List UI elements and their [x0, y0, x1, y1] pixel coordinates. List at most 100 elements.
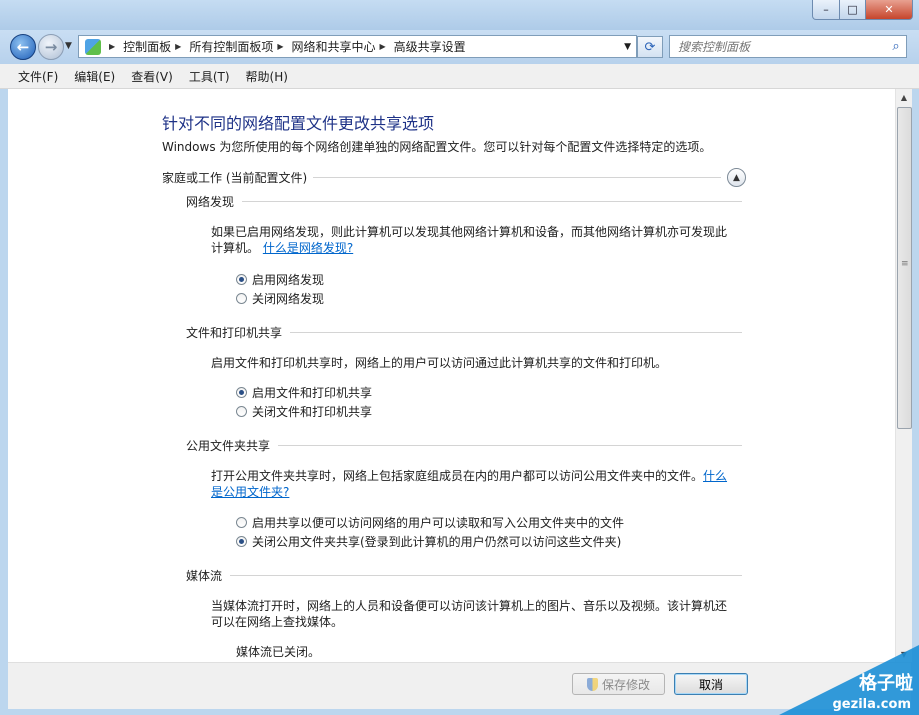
- address-dropdown-icon[interactable]: ▼: [624, 42, 631, 52]
- watermark: 格子啦 gezila.com: [779, 645, 919, 715]
- page-title: 针对不同的网络配置文件更改共享选项: [162, 114, 435, 133]
- radio-label[interactable]: 关闭公用文件夹共享(登录到此计算机的用户仍然可以访问这些文件夹): [252, 533, 621, 550]
- media-desc-line1: 当媒体流打开时，网络上的人员和设备便可以访问该计算机上的图片、音乐以及视频。该计…: [211, 599, 728, 613]
- divider: [313, 177, 721, 178]
- forward-button[interactable]: →: [38, 34, 64, 60]
- page-subtitle: Windows 为您所使用的每个网络创建单独的网络配置文件。您可以针对每个配置文…: [162, 140, 712, 154]
- radio-button[interactable]: [236, 536, 247, 547]
- navigation-bar: ← → ▼ ▶ 控制面板 ▶ 所有控制面板项 ▶ 网络和共享中心 ▶ 高级共享设…: [0, 30, 919, 64]
- radio-selected-dot: [239, 539, 244, 544]
- media-desc-line2: 可以在网络上查找媒体。: [211, 615, 344, 629]
- menu-help[interactable]: 帮助(H): [238, 68, 296, 85]
- breadcrumb-all-items[interactable]: 所有控制面板项: [189, 38, 273, 55]
- search-box: ⌕: [669, 35, 907, 58]
- breadcrumb-network-center[interactable]: 网络和共享中心: [292, 38, 376, 55]
- arrow-left-icon: ←: [16, 38, 30, 56]
- arrow-up-icon: ▲: [900, 92, 908, 102]
- save-changes-button[interactable]: 保存修改: [572, 673, 665, 695]
- chevron-down-icon: ▼: [65, 41, 72, 51]
- vertical-scrollbar[interactable]: ▲ ≡ ▼: [895, 89, 912, 662]
- breadcrumb-advanced-sharing[interactable]: 高级共享设置: [394, 38, 466, 55]
- public-title: 公用文件夹共享: [186, 439, 271, 453]
- refresh-button[interactable]: ⟳: [637, 36, 663, 58]
- radio-label[interactable]: 关闭文件和打印机共享: [252, 403, 372, 420]
- radio-label[interactable]: 启用网络发现: [252, 271, 324, 288]
- title-bar: – □ ✕: [0, 0, 919, 30]
- discovery-header: 网络发现: [186, 193, 742, 210]
- breadcrumb-separator-icon[interactable]: ▶: [109, 42, 115, 51]
- public-description: 打开公用文件夹共享时，网络上包括家庭组成员在内的用户都可以访问公用文件夹中的文件…: [211, 468, 741, 500]
- radio-button[interactable]: [236, 517, 247, 528]
- breadcrumb-control-panel[interactable]: 控制面板: [123, 38, 171, 55]
- scroll-up-button[interactable]: ▲: [896, 89, 912, 105]
- public-header: 公用文件夹共享: [186, 437, 742, 454]
- search-input[interactable]: [670, 38, 886, 55]
- radio-enable-fileprint[interactable]: 启用文件和打印机共享: [236, 384, 372, 401]
- maximize-button[interactable]: □: [840, 0, 866, 20]
- radio-disable-discovery[interactable]: 关闭网络发现: [236, 290, 324, 307]
- menu-tools[interactable]: 工具(T): [181, 68, 238, 85]
- breadcrumb-separator-icon[interactable]: ▶: [277, 42, 283, 51]
- radio-selected-dot: [239, 390, 244, 395]
- watermark-text: 格子啦: [859, 673, 913, 694]
- discovery-desc-line1: 如果已启用网络发现，则此计算机可以发现其他网络计算机和设备，而其他网络计算机亦可…: [211, 225, 728, 239]
- recent-pages-dropdown[interactable]: ▼: [65, 41, 72, 51]
- discovery-title: 网络发现: [186, 195, 235, 209]
- search-icon[interactable]: ⌕: [886, 39, 906, 54]
- menu-edit[interactable]: 编辑(E): [66, 68, 123, 85]
- profile-header: 家庭或工作 (当前配置文件) ▲: [162, 168, 746, 187]
- divider: [278, 445, 742, 446]
- public-desc-line1: 打开公用文件夹共享时，网络上包括家庭组成员在内的用户都可以访问公用文件夹中的文件…: [211, 469, 704, 483]
- discovery-description: 如果已启用网络发现，则此计算机可以发现其他网络计算机和设备，而其他网络计算机亦可…: [211, 224, 741, 256]
- media-header: 媒体流: [186, 567, 742, 584]
- divider: [290, 332, 742, 333]
- radio-disable-fileprint[interactable]: 关闭文件和打印机共享: [236, 403, 372, 420]
- radio-enable-discovery[interactable]: 启用网络发现: [236, 271, 324, 288]
- fileprint-header: 文件和打印机共享: [186, 324, 742, 341]
- control-panel-icon: [85, 38, 101, 55]
- radio-button[interactable]: [236, 387, 247, 398]
- save-button-label: 保存修改: [601, 677, 650, 692]
- menu-file[interactable]: 文件(F): [0, 68, 66, 85]
- radio-label[interactable]: 关闭网络发现: [252, 290, 324, 307]
- public-desc-line1-wrap: 打开公用文件夹共享时，网络上包括家庭组成员在内的用户都可以访问公用文件夹中的文件…: [211, 468, 741, 484]
- address-bar[interactable]: ▶ 控制面板 ▶ 所有控制面板项 ▶ 网络和共享中心 ▶ 高级共享设置 ▼: [78, 35, 637, 58]
- window-controls: – □ ✕: [812, 0, 913, 20]
- discovery-desc-line2-wrap: 计算机。 什么是网络发现?: [211, 240, 741, 256]
- radio-label[interactable]: 启用共享以便可以访问网络的用户可以读取和写入公用文件夹中的文件: [252, 514, 624, 531]
- radio-disable-public[interactable]: 关闭公用文件夹共享(登录到此计算机的用户仍然可以访问这些文件夹): [236, 533, 621, 550]
- breadcrumb-separator-icon[interactable]: ▶: [380, 42, 386, 51]
- media-title: 媒体流: [186, 569, 223, 583]
- scroll-thumb[interactable]: ≡: [897, 107, 912, 429]
- public-help-link-part2[interactable]: 是公用文件夹?: [211, 485, 289, 499]
- public-help-link-part1[interactable]: 什么: [703, 469, 727, 483]
- refresh-icon: ⟳: [644, 39, 656, 55]
- chevron-up-icon: ▲: [733, 172, 740, 183]
- discovery-help-link[interactable]: 什么是网络发现?: [263, 241, 353, 255]
- radio-button[interactable]: [236, 406, 247, 417]
- radio-button[interactable]: [236, 274, 247, 285]
- radio-label[interactable]: 启用文件和打印机共享: [252, 384, 372, 401]
- radio-button[interactable]: [236, 293, 247, 304]
- fileprint-description: 启用文件和打印机共享时，网络上的用户可以访问通过此计算机共享的文件和打印机。: [211, 356, 668, 370]
- footer-bar: 保存修改 取消: [8, 662, 911, 709]
- divider: [230, 575, 742, 576]
- close-button[interactable]: ✕: [866, 0, 913, 20]
- media-description: 当媒体流打开时，网络上的人员和设备便可以访问该计算机上的图片、音乐以及视频。该计…: [211, 598, 741, 630]
- radio-enable-public[interactable]: 启用共享以便可以访问网络的用户可以读取和写入公用文件夹中的文件: [236, 514, 624, 531]
- cancel-button[interactable]: 取消: [674, 673, 748, 695]
- menu-bar: 文件(F) 编辑(E) 查看(V) 工具(T) 帮助(H): [0, 64, 919, 89]
- watermark-url: gezila.com: [832, 697, 912, 712]
- menu-view[interactable]: 查看(V): [123, 68, 181, 85]
- breadcrumb-separator-icon[interactable]: ▶: [175, 42, 181, 51]
- media-status: 媒体流已关闭。: [236, 645, 321, 659]
- collapse-button[interactable]: ▲: [727, 168, 746, 187]
- minimize-button[interactable]: –: [812, 0, 840, 20]
- public-desc-line2-wrap: 是公用文件夹?: [211, 484, 741, 500]
- fileprint-title: 文件和打印机共享: [186, 326, 283, 340]
- back-button[interactable]: ←: [10, 34, 36, 60]
- discovery-desc-line2: 计算机。: [211, 241, 260, 255]
- divider: [242, 201, 742, 202]
- radio-selected-dot: [239, 277, 244, 282]
- grip-icon: ≡: [901, 259, 909, 269]
